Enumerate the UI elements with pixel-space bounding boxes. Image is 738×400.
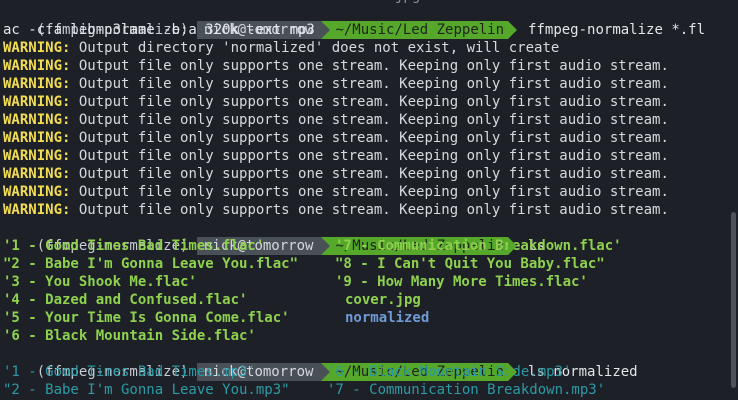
warning-message: Output file only supports one stream. Ke…: [70, 112, 669, 128]
file-entry: '6 - Black Mountain Side.flac': [3, 328, 256, 344]
file-entry: '7 - Communication Breakdown.flac': [335, 238, 622, 254]
warning-label: WARNING:: [3, 76, 71, 92]
ls-output-row: '5 - Your Time Is Gonna Come.flac' norma…: [3, 309, 429, 327]
file-entry: "2 - Babe I'm Gonna Leave You.flac": [3, 256, 299, 272]
path-segment: ~/Music/Led Zeppelin: [321, 21, 517, 39]
warning-message: Output file only supports one stream. Ke…: [70, 58, 669, 74]
warning-line: WARNING: Output file only supports one s…: [3, 129, 669, 147]
file-entry: '7 - Communication Breakdown.mp3': [327, 382, 606, 398]
warning-line: WARNING: Output file only supports one s…: [3, 165, 669, 183]
ls-output-row: '1 - Good Times Bad Times.flac' '7 - Com…: [3, 237, 622, 255]
ls-output-row: "2 - Babe I'm Gonna Leave You.flac" "8 -…: [3, 255, 605, 273]
ls-output-row: '4 - Dazed and Confused.flac' cover.jpg: [3, 291, 421, 309]
ls-output-row: "2 - Babe I'm Gonna Leave You.mp3" '7 - …: [3, 381, 605, 399]
warning-line: WARNING: Output file only supports one s…: [3, 75, 669, 93]
warning-label: WARNING:: [3, 184, 71, 200]
warning-message: Output file only supports one stream. Ke…: [70, 76, 669, 92]
warning-line: WARNING: Output file only supports one s…: [3, 111, 669, 129]
terminal-window[interactable]: jpg (ffmpeg-normalize) nick@tomorrow~/Mu…: [0, 0, 738, 400]
warning-line: WARNING: Output file only supports one s…: [3, 93, 669, 111]
file-entry: cover.jpg: [345, 292, 421, 308]
terminal-scrollbar[interactable]: [731, 212, 736, 388]
file-entry: "8 - I Can't Quit You Baby.flac": [335, 256, 605, 272]
prompt-line: (ffmpeg-normalize) nick@tomorrow ~/Music/…: [3, 219, 545, 255]
command-text: ffmpeg-normalize *.fl: [528, 22, 706, 38]
warning-message: Output directory 'normalized' does not e…: [70, 40, 560, 56]
warning-message: Output file only supports one stream. Ke…: [70, 202, 669, 218]
warning-label: WARNING:: [3, 58, 71, 74]
warning-label: WARNING:: [3, 94, 71, 110]
warning-label: WARNING:: [3, 40, 71, 56]
file-entry: '5 - Your Time Is Gonna Come.flac': [3, 310, 290, 326]
warning-label: WARNING:: [3, 112, 71, 128]
prompt-line: (ffmpeg-normalize) nick@tomorrow ~/Music/…: [3, 3, 705, 39]
file-entry: '9 - How Many More Times.flac': [335, 274, 588, 290]
warning-label: WARNING:: [3, 130, 71, 146]
warning-line: WARNING: Output directory 'normalized' d…: [3, 39, 559, 57]
file-entry: '4 - Dazed and Confused.flac': [3, 292, 248, 308]
warning-line: WARNING: Output file only supports one s…: [3, 183, 669, 201]
prompt-line: (ffmpeg-normalize) nick@tomorrow ~/Music/…: [3, 345, 638, 381]
command-continuation: ac -c:a libmp3lame -b:a 320k -ext mp3: [3, 22, 315, 38]
file-entry: "2 - Babe I'm Gonna Leave You.mp3": [3, 382, 290, 398]
file-entry: '6 - Black Mountain Side.mp3': [327, 364, 572, 380]
warning-message: Output file only supports one stream. Ke…: [70, 166, 669, 182]
ls-output-row: '1 - Good Times Bad Times.mp3' '6 - Blac…: [3, 363, 571, 381]
warning-message: Output file only supports one stream. Ke…: [70, 130, 669, 146]
warning-message: Output file only supports one stream. Ke…: [70, 94, 669, 110]
warning-label: WARNING:: [3, 166, 71, 182]
directory-entry: normalized: [345, 310, 430, 326]
warning-line: WARNING: Output file only supports one s…: [3, 201, 669, 219]
warning-label: WARNING:: [3, 148, 71, 164]
warning-message: Output file only supports one stream. Ke…: [70, 184, 669, 200]
warning-label: WARNING:: [3, 202, 71, 218]
warning-message: Output file only supports one stream. Ke…: [70, 148, 669, 164]
file-entry: '1 - Good Times Bad Times.flac': [3, 238, 265, 254]
warning-line: WARNING: Output file only supports one s…: [3, 57, 669, 75]
file-entry: '1 - Good Times Bad Times.mp3': [3, 364, 256, 380]
warning-line: WARNING: Output file only supports one s…: [3, 147, 669, 165]
ls-output-row: '3 - You Shook Me.flac' '9 - How Many Mo…: [3, 273, 588, 291]
ls-output-row: '6 - Black Mountain Side.flac': [3, 327, 256, 345]
file-entry: '3 - You Shook Me.flac': [3, 274, 197, 290]
